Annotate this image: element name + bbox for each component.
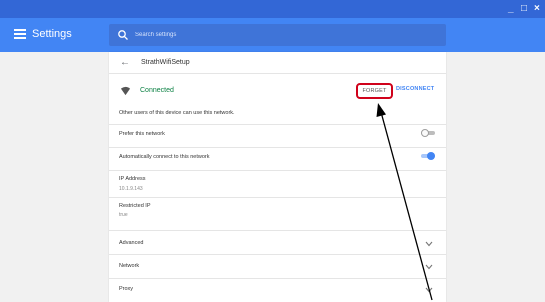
divider bbox=[109, 147, 446, 148]
auto-connect-label: Automatically connect to this network bbox=[119, 154, 210, 160]
section-proxy-label: Proxy bbox=[119, 286, 134, 292]
chevron-down-icon bbox=[425, 287, 433, 293]
restricted-ip-label: Restricted IP bbox=[119, 203, 151, 209]
divider bbox=[109, 278, 446, 279]
restricted-ip-value: true bbox=[119, 212, 128, 218]
back-arrow-icon[interactable]: ← bbox=[120, 58, 130, 68]
window-titlebar: _ □ × bbox=[0, 0, 545, 18]
divider bbox=[109, 254, 446, 255]
minimize-icon[interactable]: _ bbox=[508, 4, 514, 14]
auto-connect-toggle[interactable] bbox=[421, 152, 435, 160]
chevron-down-icon bbox=[425, 241, 433, 247]
section-advanced-label: Advanced bbox=[119, 240, 144, 246]
divider bbox=[109, 230, 446, 231]
shared-network-note: Other users of this device can use this … bbox=[119, 110, 235, 116]
divider bbox=[109, 170, 446, 171]
prefer-network-label: Prefer this network bbox=[119, 131, 165, 137]
close-icon[interactable]: × bbox=[534, 4, 540, 14]
settings-header: Settings bbox=[0, 18, 545, 52]
disconnect-button[interactable]: DISCONNECT bbox=[396, 86, 434, 92]
connection-status: Connected bbox=[140, 87, 174, 94]
search-icon bbox=[118, 30, 128, 40]
divider bbox=[109, 197, 446, 198]
hamburger-menu-icon[interactable] bbox=[14, 29, 26, 39]
search-box[interactable] bbox=[109, 24, 446, 46]
network-name: StrathWifiSetup bbox=[141, 59, 190, 66]
divider bbox=[109, 124, 446, 125]
search-input[interactable] bbox=[135, 27, 435, 43]
wifi-signal-icon bbox=[120, 86, 131, 96]
ip-address-value: 10.1.9.143 bbox=[119, 186, 143, 192]
chevron-down-icon bbox=[425, 264, 433, 270]
forget-button[interactable]: FORGET bbox=[356, 83, 393, 99]
divider bbox=[109, 73, 446, 74]
section-network-label: Network bbox=[119, 263, 140, 269]
maximize-icon[interactable]: □ bbox=[521, 4, 527, 14]
prefer-network-toggle[interactable] bbox=[421, 129, 435, 137]
page-title: Settings bbox=[32, 28, 72, 40]
network-detail-card: ← StrathWifiSetup Connected FORGET DISCO… bbox=[109, 52, 446, 302]
ip-address-label: IP Address bbox=[119, 176, 146, 182]
